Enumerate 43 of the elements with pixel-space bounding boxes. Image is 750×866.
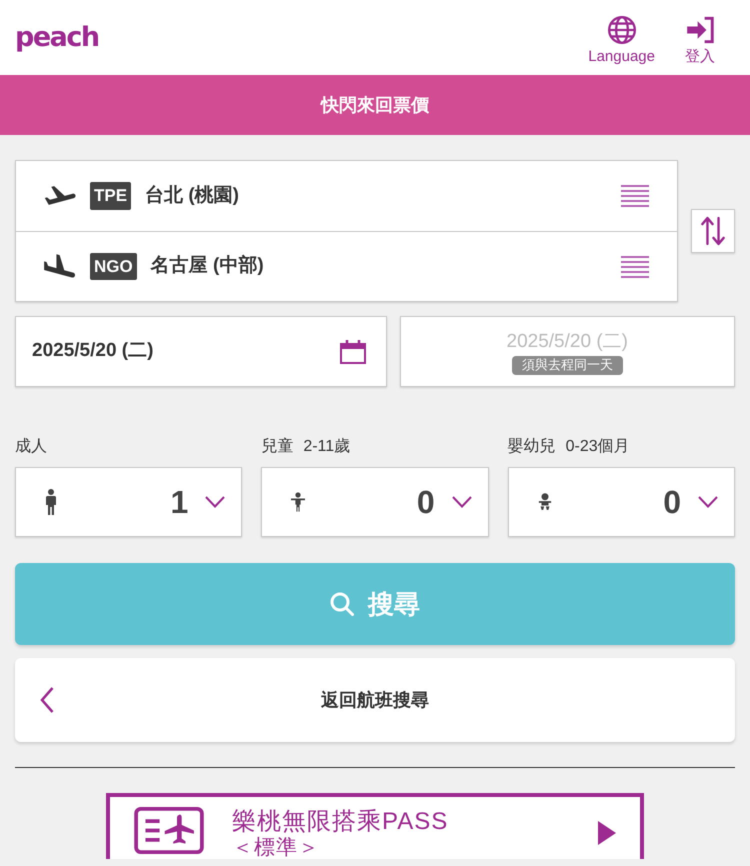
login-link[interactable]: 登入 [685,10,715,66]
adult-person-icon [45,489,57,515]
airport-code-badge: NGO [90,252,137,280]
calendar-icon [340,340,366,364]
ticket-plane-icon [134,807,204,854]
passenger-count-dropdown[interactable]: 0 [261,467,489,537]
list-icon[interactable] [621,256,649,278]
date-note-badge: 須與去程同一天 [512,356,623,376]
airport-name[interactable]: 名古屋 (中部) [150,252,264,281]
swap-arrows-icon [701,216,725,246]
chevron-down-icon [698,496,718,508]
chevron-left-icon [40,687,54,713]
airport-name[interactable]: 台北 (桃園) [145,182,239,210]
baby-icon [538,493,552,511]
pass-promo-banner[interactable]: 樂桃無限搭乘PASS ＜標準＞ [106,793,644,859]
child-person-icon [291,492,306,512]
departure-date-field[interactable]: 2025/5/20 (二) [15,316,386,387]
login-icon [686,16,714,44]
passenger-type-label: 成人 [15,437,47,457]
search-icon [330,592,354,616]
page-title: 快閃來回票價 [321,94,429,116]
passenger-type-label: 兒童 [261,437,294,457]
back-to-flight-search-button[interactable]: 返回航班搜尋 [15,658,735,742]
language-link[interactable]: Language [588,10,655,66]
chevron-down-icon [452,496,472,508]
list-icon[interactable] [621,185,649,207]
landing-plane-icon [44,254,76,279]
chevron-down-icon [205,496,226,508]
age-range-text: 0-23個月 [566,437,630,457]
passenger-count-dropdown[interactable]: 1 [15,467,242,537]
pass-subtitle: ＜標準＞ [232,837,321,859]
airport-code-badge: TPE [90,182,132,210]
takeoff-plane-icon [44,186,76,206]
departure-date-text: 2025/5/20 (二) [32,339,154,364]
age-range-text: 2-11歲 [303,437,350,457]
globe-icon [608,16,636,44]
passenger-type-label: 嬰幼兒 [508,437,556,457]
swap-button[interactable] [691,209,735,253]
play-arrow-icon [598,821,616,845]
logo[interactable]: peach [15,22,99,52]
passenger-count-dropdown[interactable]: 0 [508,467,735,537]
return-date-text: 2025/5/20 (二) [506,330,628,354]
pass-title: 樂桃無限搭乘PASS [232,807,450,836]
